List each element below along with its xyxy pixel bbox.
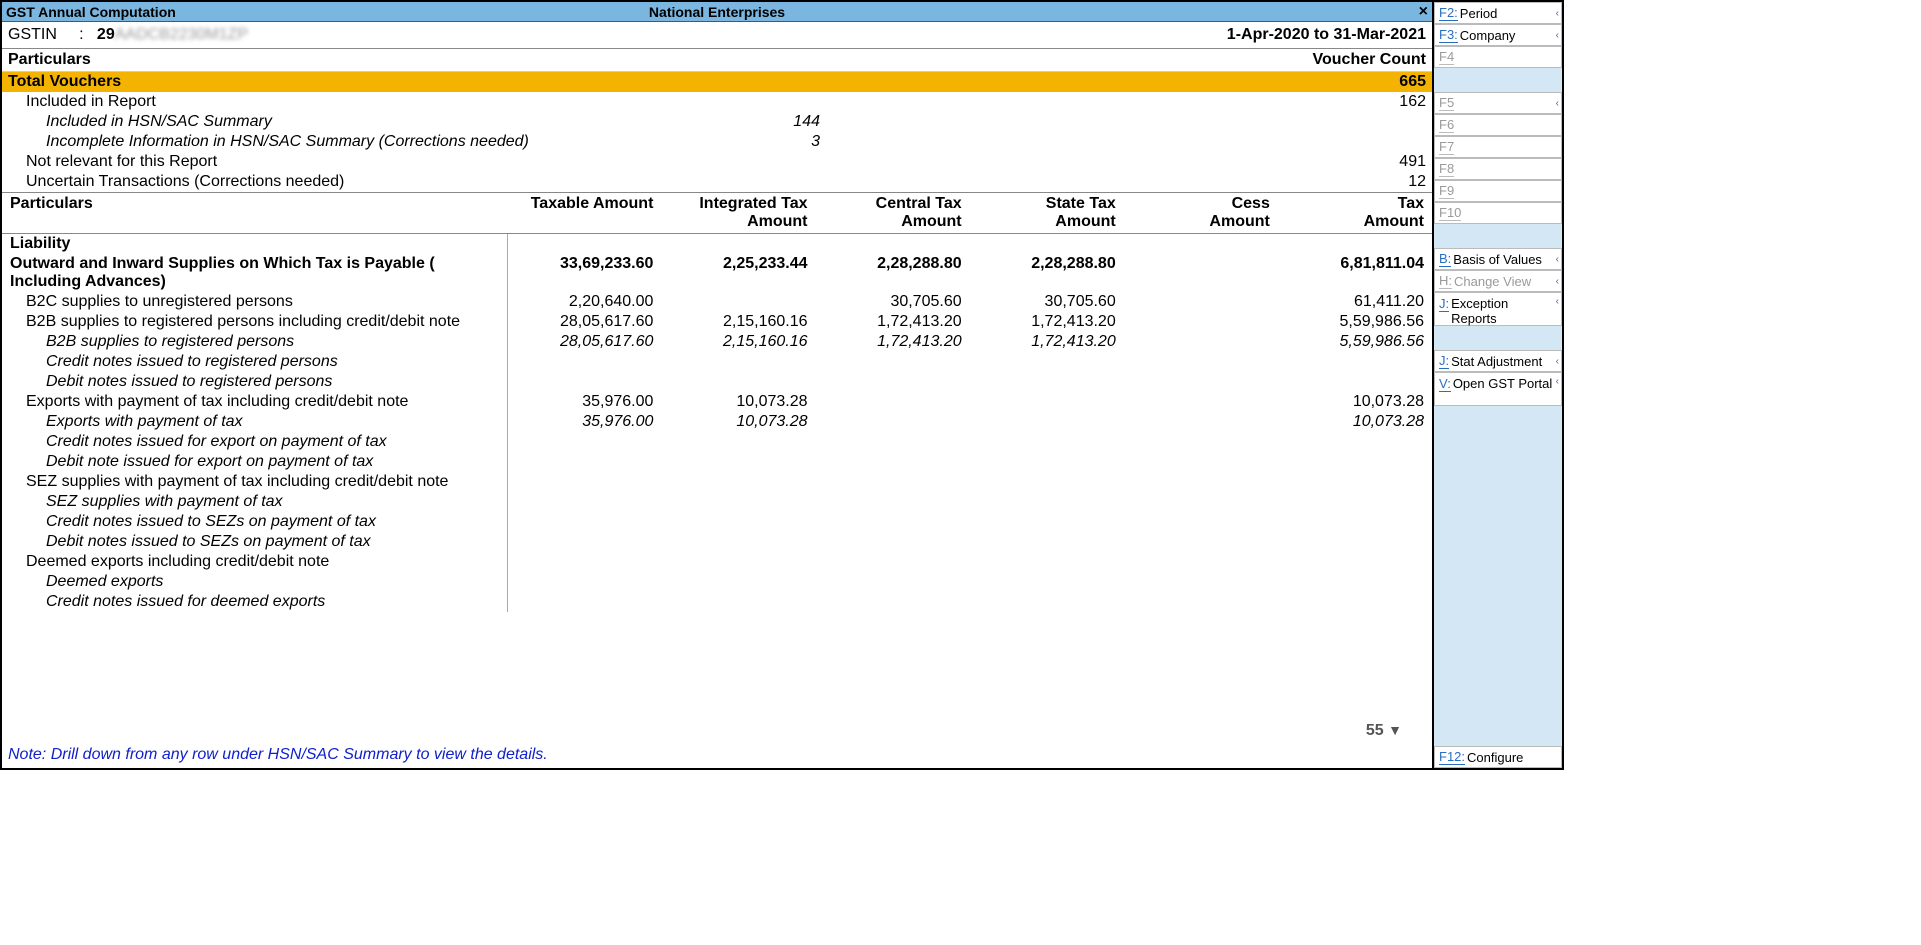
table-row[interactable]: Exports with payment of tax including cr…	[2, 392, 1432, 412]
table-row[interactable]: Credit notes issued to registered person…	[2, 352, 1432, 372]
chevron-left-icon: ‹	[1556, 376, 1559, 387]
computation-table: Particulars Taxable Amount Integrated Ta…	[2, 193, 1432, 612]
chevron-left-icon: ‹	[1556, 98, 1559, 109]
sidebar-button: F9	[1434, 180, 1562, 202]
table-row[interactable]: B2C supplies to unregistered persons2,20…	[2, 292, 1432, 312]
chevron-left-icon: ‹	[1556, 30, 1559, 41]
voucher-header: Particulars Voucher Count	[2, 49, 1432, 72]
voucher-row[interactable]: Included in Report162	[2, 92, 1432, 112]
report-period: 1-Apr-2020 to 31-Mar-2021	[1227, 26, 1426, 44]
sidebar-button: F5‹	[1434, 92, 1562, 114]
chevron-left-icon: ‹	[1556, 8, 1559, 19]
table-row[interactable]: Deemed exports	[2, 572, 1432, 592]
table-row[interactable]: Exports with payment of tax35,976.0010,0…	[2, 412, 1432, 432]
footer-note: Note: Drill down from any row under HSN/…	[2, 742, 1432, 768]
chevron-left-icon: ‹	[1556, 254, 1559, 265]
table-row[interactable]: B2B supplies to registered persons28,05,…	[2, 332, 1432, 352]
gstin-redacted: AADCB2230M1ZP	[115, 26, 248, 43]
table-row[interactable]: Debit note issued for export on payment …	[2, 452, 1432, 472]
table-row[interactable]: B2B supplies to registered persons inclu…	[2, 312, 1432, 332]
table-row[interactable]: Outward and Inward Supplies on Which Tax…	[2, 254, 1432, 292]
gstin-row: GSTIN : 29AADCB2230M1ZP 1-Apr-2020 to 31…	[2, 22, 1432, 49]
sidebar-button: F8	[1434, 158, 1562, 180]
table-row[interactable]: Credit notes issued to SEZs on payment o…	[2, 512, 1432, 532]
table-row[interactable]: SEZ supplies with payment of tax	[2, 492, 1432, 512]
sidebar-button[interactable]: J:Exception Reports‹	[1434, 292, 1562, 326]
page-indicator: 55 ▼	[1366, 722, 1402, 740]
sidebar-button[interactable]: B:Basis of Values‹	[1434, 248, 1562, 270]
sidebar-button: F6	[1434, 114, 1562, 136]
table-row[interactable]: SEZ supplies with payment of tax includi…	[2, 472, 1432, 492]
gstin-value-prefix: 29	[97, 26, 115, 43]
company-name: National Enterprises	[649, 4, 785, 20]
sidebar-button: F4	[1434, 46, 1562, 68]
table-row[interactable]: Credit notes issued for deemed exports	[2, 592, 1432, 612]
report-title: GST Annual Computation	[2, 4, 176, 20]
voucher-row[interactable]: Not relevant for this Report491	[2, 152, 1432, 172]
sidebar-button: H:Change View‹	[1434, 270, 1562, 292]
chevron-left-icon: ‹	[1556, 276, 1559, 287]
voucher-row[interactable]: Incomplete Information in HSN/SAC Summar…	[2, 132, 1432, 152]
table-row[interactable]: Debit notes issued to SEZs on payment of…	[2, 532, 1432, 552]
sidebar-button[interactable]: V:Open GST Portal‹	[1434, 372, 1562, 406]
sidebar-button[interactable]: F2:Period‹	[1434, 2, 1562, 24]
chevron-left-icon: ‹	[1556, 356, 1559, 367]
voucher-row[interactable]: Uncertain Transactions (Corrections need…	[2, 172, 1432, 192]
title-bar: GST Annual Computation National Enterpri…	[2, 2, 1432, 22]
table-row[interactable]: Debit notes issued to registered persons	[2, 372, 1432, 392]
sidebar-button[interactable]: F3:Company‹	[1434, 24, 1562, 46]
gstin-label: GSTIN	[8, 26, 57, 43]
voucher-row[interactable]: Included in HSN/SAC Summary144	[2, 112, 1432, 132]
table-row[interactable]: Deemed exports including credit/debit no…	[2, 552, 1432, 572]
sidebar-button[interactable]: F12:Configure	[1434, 746, 1562, 768]
total-vouchers-row[interactable]: Total Vouchers 665	[2, 72, 1432, 92]
sidebar-button: F10	[1434, 202, 1562, 224]
chevron-left-icon: ‹	[1556, 296, 1559, 307]
sidebar-button[interactable]: J:Stat Adjustment‹	[1434, 350, 1562, 372]
table-row[interactable]: Credit notes issued for export on paymen…	[2, 432, 1432, 452]
down-arrow-icon[interactable]: ▼	[1388, 722, 1402, 738]
sidebar-button: F7	[1434, 136, 1562, 158]
table-header-row: Particulars Taxable Amount Integrated Ta…	[2, 193, 1432, 234]
close-icon[interactable]: ×	[1419, 3, 1428, 21]
liability-section: Liability	[2, 234, 1432, 255]
sidebar: F2:Period‹F3:Company‹F4 F5‹F6F7F8F9F10 B:B…	[1432, 2, 1562, 768]
